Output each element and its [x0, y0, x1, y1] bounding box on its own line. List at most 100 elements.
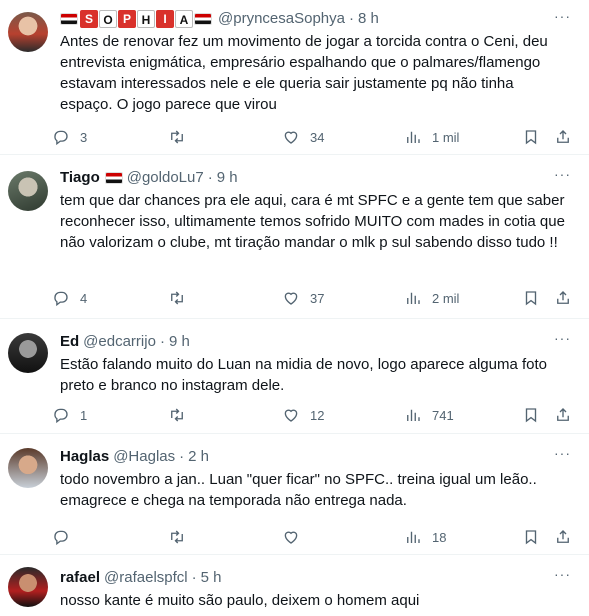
reply-count: 4 [80, 290, 88, 306]
display-name[interactable]: rafael [60, 568, 100, 588]
tweet[interactable]: rafael @rafaelspfcl · 5 h ··· nosso kant… [0, 555, 589, 616]
share-button[interactable] [554, 289, 572, 307]
retweet-button[interactable] [168, 406, 282, 424]
avatar[interactable] [8, 448, 48, 488]
tweet-text: tem que dar chances pra ele aqui, cara é… [60, 192, 565, 251]
reply-button[interactable]: 4 [52, 289, 168, 307]
separator: · [348, 10, 354, 27]
display-name[interactable]: Tiago [60, 168, 100, 188]
display-name[interactable]: S O P H I A [60, 10, 214, 28]
reply-icon [54, 130, 68, 146]
like-button[interactable]: 34 [282, 128, 404, 146]
tweet-header: Haglas @Haglas · 2 h [60, 447, 589, 467]
views-button[interactable]: 1 mil [404, 128, 522, 146]
tweet-header: Ed @edcarrijo · 9 h [60, 332, 589, 352]
user-handle[interactable]: @Haglas [113, 447, 175, 467]
retweet-button[interactable] [168, 128, 282, 146]
views-icon [407, 531, 420, 543]
user-handle[interactable]: @rafaelspfcl [104, 568, 188, 588]
more-options-icon[interactable]: ··· [554, 445, 571, 461]
views-button[interactable]: 2 mil [404, 289, 522, 307]
avatar[interactable] [8, 171, 48, 211]
timestamp[interactable]: 2 h [188, 447, 209, 467]
like-button[interactable]: 12 [282, 406, 404, 424]
avatar[interactable] [8, 12, 48, 52]
tweet[interactable]: S O P H I A @pryncesaSophya · 8 h ··· An… [0, 0, 589, 155]
separator: · [179, 448, 185, 465]
timestamp[interactable]: 9 h [169, 332, 190, 352]
like-button[interactable] [282, 528, 404, 546]
view-count: 741 [432, 407, 454, 423]
reply-icon [54, 291, 68, 307]
bookmark-button[interactable] [522, 528, 554, 546]
retweet-icon [171, 530, 183, 544]
bookmark-button[interactable] [522, 406, 554, 424]
more-options-icon[interactable]: ··· [554, 166, 571, 182]
reply-icon [54, 408, 68, 424]
view-count: 2 mil [432, 290, 460, 306]
separator: · [191, 569, 197, 586]
tweet-text: todo novembro a jan.. Luan "quer ficar" … [60, 471, 537, 509]
name-letter: A [175, 10, 193, 28]
view-count: 18 [432, 529, 447, 545]
reply-count: 3 [80, 129, 88, 145]
reply-button[interactable] [52, 528, 168, 546]
bookmark-button[interactable] [522, 128, 554, 146]
tweet[interactable]: Ed @edcarrijo · 9 h ··· Estão falando mu… [0, 319, 589, 434]
view-count: 1 mil [432, 129, 460, 145]
flag-icon [104, 172, 123, 184]
user-handle[interactable]: @edcarrijo [83, 332, 156, 352]
like-count: 37 [310, 290, 325, 306]
share-icon [557, 530, 569, 543]
reply-count: 1 [80, 407, 88, 423]
views-button[interactable]: 741 [404, 406, 522, 424]
like-button[interactable]: 37 [282, 289, 404, 307]
heart-icon [284, 292, 298, 305]
tweet[interactable]: Tiago @goldoLu7 · 9 h ··· tem que dar ch… [0, 155, 589, 319]
share-button[interactable] [554, 406, 572, 424]
timestamp[interactable]: 5 h [201, 568, 222, 588]
more-options-icon[interactable]: ··· [554, 8, 571, 24]
retweet-button[interactable] [168, 289, 282, 307]
views-button[interactable]: 18 [404, 528, 522, 546]
tweet-text: Antes de renovar fez um movimento de jog… [60, 33, 548, 113]
bookmark-icon [525, 291, 537, 306]
user-handle[interactable]: @pryncesaSophya [218, 9, 345, 29]
reply-button[interactable]: 1 [52, 406, 168, 424]
name-letter: H [137, 10, 155, 28]
timestamp[interactable]: 8 h [358, 9, 379, 29]
action-bar: 1 12 741 [52, 405, 575, 425]
avatar[interactable] [8, 333, 48, 373]
reply-icon [54, 530, 68, 546]
timestamp[interactable]: 9 h [217, 168, 238, 188]
bookmark-button[interactable] [522, 289, 554, 307]
tweet-header: S O P H I A @pryncesaSophya · 8 h [60, 9, 589, 29]
tweet-header: rafael @rafaelspfcl · 5 h [60, 568, 589, 588]
share-button[interactable] [554, 128, 572, 146]
action-bar: 3 34 1 mil [52, 127, 575, 147]
views-icon [407, 409, 420, 421]
bookmark-icon [525, 530, 537, 545]
reply-button[interactable]: 3 [52, 128, 168, 146]
more-options-icon[interactable]: ··· [554, 330, 571, 346]
views-icon [407, 131, 420, 143]
retweet-icon [171, 408, 183, 422]
flag-icon [60, 13, 78, 25]
display-name[interactable]: Ed [60, 332, 79, 352]
display-name[interactable]: Haglas [60, 447, 109, 467]
flag-icon [194, 13, 212, 25]
separator: · [207, 169, 213, 186]
action-bar: 18 [52, 527, 575, 547]
share-icon [557, 408, 569, 421]
share-button[interactable] [554, 528, 572, 546]
user-handle[interactable]: @goldoLu7 [127, 168, 204, 188]
like-count: 34 [310, 129, 325, 145]
tweet-text: Estão falando muito do Luan na midia de … [60, 356, 548, 394]
more-options-icon[interactable]: ··· [554, 566, 571, 582]
tweet[interactable]: Haglas @Haglas · 2 h ··· todo novembro a… [0, 434, 589, 555]
avatar[interactable] [8, 567, 48, 607]
bookmark-icon [525, 408, 537, 423]
name-letter: S [80, 10, 98, 28]
retweet-button[interactable] [168, 528, 282, 546]
name-letter: P [118, 10, 136, 28]
